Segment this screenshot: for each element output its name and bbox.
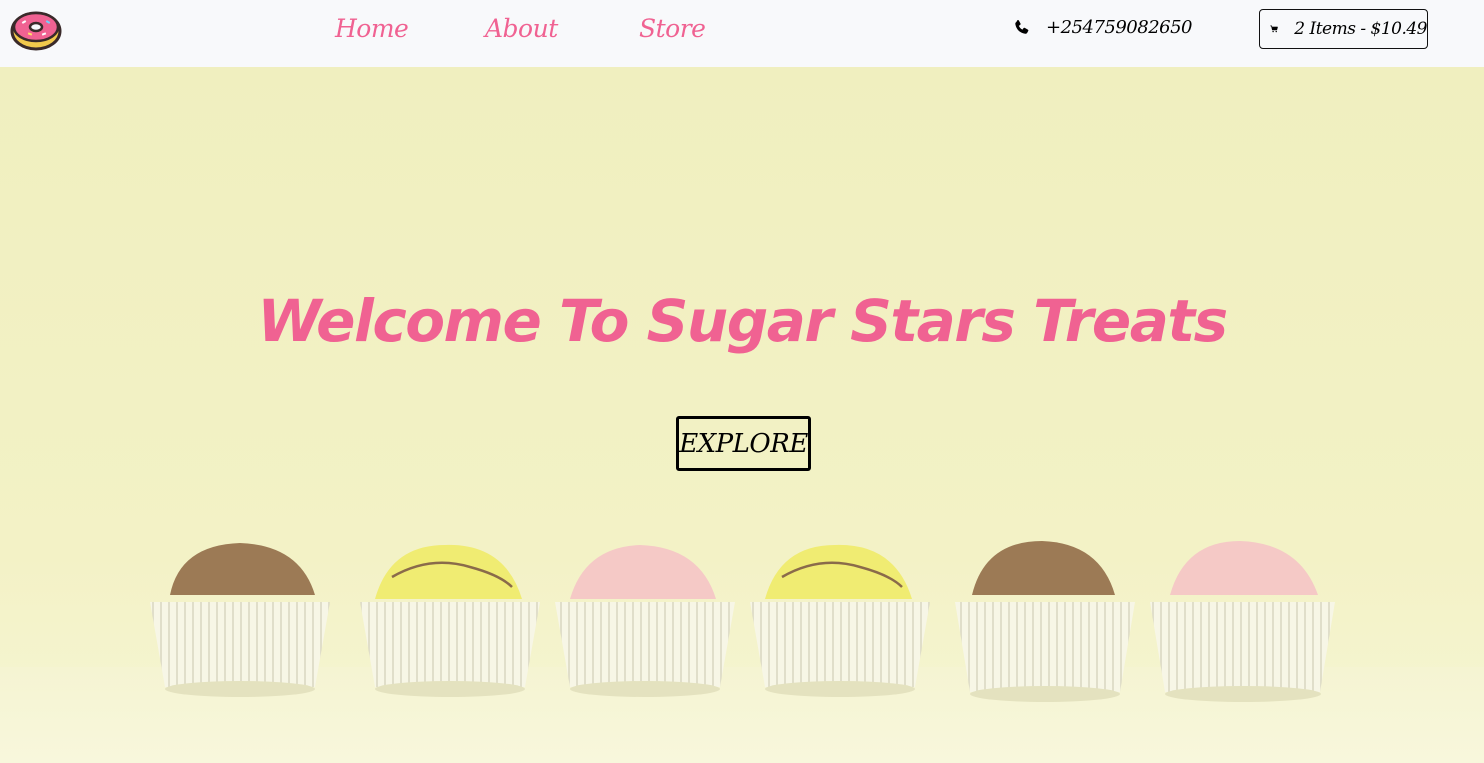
explore-button[interactable]: EXPLORE (676, 416, 811, 471)
cart-button[interactable]: 2 Items - $10.49 (1259, 9, 1428, 49)
phone-icon (1015, 19, 1029, 34)
phone-contact[interactable]: +254759082650 (1012, 17, 1193, 38)
hero-title: Welcome To Sugar Stars Treats (257, 287, 1228, 355)
phone-number: +254759082650 (1046, 17, 1193, 38)
nav-link-store[interactable]: Store (639, 14, 706, 43)
shopping-cart-icon (1270, 25, 1278, 33)
nav-link-home[interactable]: Home (335, 14, 409, 43)
navbar: Home About Store +254759082650 2 Items -… (0, 0, 1484, 67)
hero-section: Welcome To Sugar Stars Treats EXPLORE (0, 67, 1484, 763)
cupcakes-hero-image (0, 67, 1484, 763)
cart-summary: 2 Items - $10.49 (1294, 19, 1427, 39)
donut-icon[interactable] (10, 9, 62, 51)
nav-link-about[interactable]: About (485, 14, 558, 43)
